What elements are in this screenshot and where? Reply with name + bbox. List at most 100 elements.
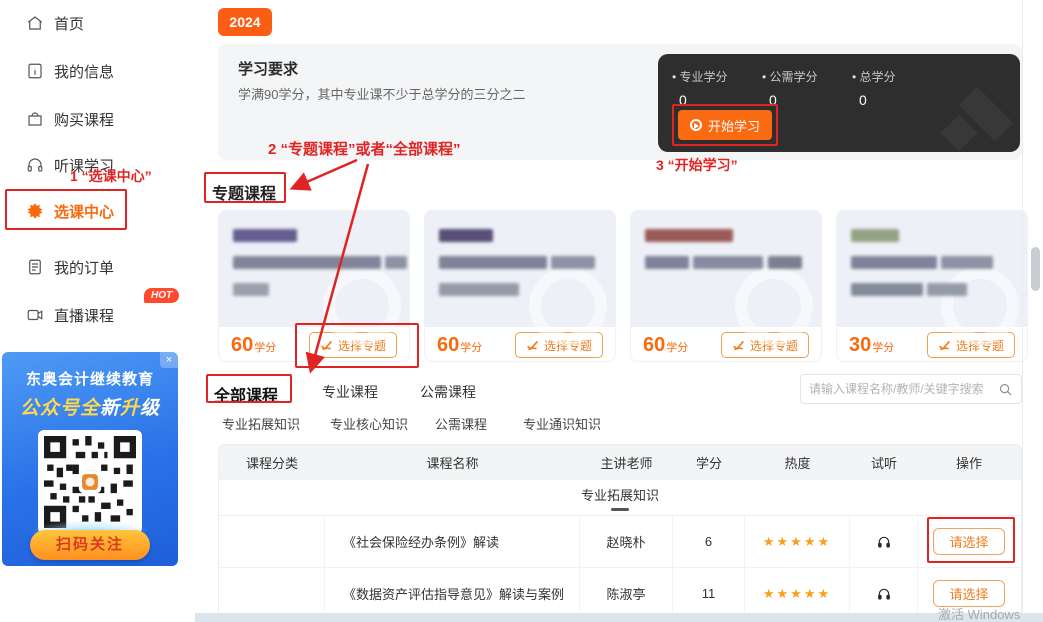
course-search-box <box>800 374 1022 404</box>
scan-follow-button[interactable]: 扫码关注 <box>30 530 150 560</box>
wechat-promo-banner: × 东奥会计继续教育 公众号全新升级 <box>2 352 178 566</box>
censored-text <box>645 229 733 242</box>
start-study-button[interactable]: 开始学习 <box>678 110 772 140</box>
topic-card: 60学分 选择专题 <box>218 210 410 362</box>
col-header-action: 操作 <box>918 445 1020 479</box>
col-header-audition: 试听 <box>850 445 918 479</box>
col-header-teacher: 主讲老师 <box>580 445 673 479</box>
card-credits: 60学分 <box>437 334 482 357</box>
cover-watermark <box>941 267 1019 345</box>
topic-card: 30学分 选择专题 <box>836 210 1028 362</box>
teacher-name: 陈淑亭 <box>580 568 673 619</box>
censored-text <box>233 256 381 269</box>
home-icon <box>26 14 44 32</box>
censored-text <box>233 283 269 296</box>
sidebar-item-label: 听课学习 <box>54 155 114 176</box>
order-list-icon <box>26 258 44 276</box>
censored-text <box>439 229 493 242</box>
table-header-row: 课程分类 课程名称 主讲老师 学分 热度 试听 操作 <box>219 445 1021 479</box>
sidebar-item-label: 首页 <box>54 13 84 34</box>
card-credits: 60学分 <box>231 334 276 357</box>
censored-text <box>551 256 595 269</box>
sidebar-item-listen-study[interactable]: 听课学习 <box>26 152 114 178</box>
sidebar-item-home[interactable]: 首页 <box>26 10 84 36</box>
sidebar-item-label: 选课中心 <box>54 201 114 222</box>
tab-all-courses[interactable]: 全部课程 <box>214 382 278 406</box>
sidebar-item-buy-courses[interactable]: 购买课程 <box>26 106 114 132</box>
course-selection-page: 首页 我的信息 购买课程 听课学习 选课中心 我的订单 直播课程 HOT <box>0 0 1043 622</box>
rating-stars: ★★★★★ <box>763 586 831 602</box>
close-icon[interactable]: × <box>160 352 178 368</box>
vertical-scrollbar-thumb[interactable] <box>1031 247 1040 291</box>
search-icon[interactable] <box>998 382 1013 397</box>
topic-card-cover <box>837 211 1027 327</box>
please-select-button[interactable]: 请选择 <box>933 580 1005 607</box>
course-table: 课程分类 课程名称 主讲老师 学分 热度 试听 操作 专业拓展知识 《社会保险经… <box>218 444 1022 620</box>
info-document-icon <box>26 62 44 80</box>
topic-card: 60学分 选择专题 <box>424 210 616 362</box>
stat-total-credits: 总学分 0 <box>852 68 896 108</box>
content-right-border <box>1022 0 1023 622</box>
censored-text <box>851 283 923 296</box>
sidebar-item-label: 直播课程 <box>54 305 114 326</box>
audition-headphone-icon[interactable] <box>876 534 892 550</box>
cube-decoration <box>941 115 978 152</box>
promo-subtitle: 公众号全新升级 <box>2 393 178 420</box>
tab-professional-courses[interactable]: 专业课程 <box>322 382 378 402</box>
topic-card-cover <box>631 211 821 327</box>
sidebar-item-course-center[interactable]: 选课中心 <box>26 198 114 224</box>
tab-public-courses[interactable]: 公需课程 <box>420 382 476 402</box>
group-indicator-dash <box>611 508 629 511</box>
gear-icon <box>26 202 44 220</box>
audition-headphone-icon[interactable] <box>876 586 892 602</box>
col-header-popularity: 热度 <box>745 445 850 479</box>
topic-card: 60学分 选择专题 <box>630 210 822 362</box>
censored-text <box>385 256 407 269</box>
please-select-button[interactable]: 请选择 <box>933 528 1005 555</box>
censored-text <box>941 256 993 269</box>
year-2024-button[interactable]: 2024 <box>218 8 272 36</box>
subtab-public-courses[interactable]: 公需课程 <box>435 414 487 433</box>
headphones-icon <box>26 156 44 174</box>
cover-watermark <box>735 267 813 345</box>
play-icon <box>690 119 702 131</box>
censored-text <box>439 256 547 269</box>
table-row: 《社会保险经办条例》解读 赵晓朴 6 ★★★★★ 请选择 <box>219 515 1021 567</box>
censored-text <box>851 229 899 242</box>
sidebar-item-live-courses[interactable]: 直播课程 HOT <box>26 302 114 328</box>
requirements-desc: 学满90学分，其中专业课不少于总学分的三分之二 <box>238 84 525 103</box>
credit-stats-panel: 专业学分 0 公需学分 0 总学分 0 开始学习 <box>658 54 1020 152</box>
course-name: 《数据资产评估指导意见》解读与案例 <box>325 568 580 619</box>
course-name: 《社会保险经办条例》解读 <box>325 516 580 567</box>
subtab-professional-general[interactable]: 专业通识知识 <box>523 414 601 433</box>
col-header-course-name: 课程名称 <box>325 445 580 479</box>
rating-stars: ★★★★★ <box>763 534 831 550</box>
qr-code <box>38 430 142 534</box>
table-group-header: 专业拓展知识 <box>219 479 1021 515</box>
windows-activation-watermark: 激活 Windows <box>938 604 1020 622</box>
subtab-professional-core[interactable]: 专业核心知识 <box>330 414 408 433</box>
topic-courses-title: 专题课程 <box>212 180 276 204</box>
card-credits: 30学分 <box>849 334 894 357</box>
sidebar-item-my-info[interactable]: 我的信息 <box>26 58 114 84</box>
col-header-category: 课程分类 <box>219 445 325 479</box>
censored-text <box>768 256 802 269</box>
video-camera-icon <box>26 306 44 324</box>
select-check-icon <box>526 339 539 352</box>
censored-text <box>927 283 967 296</box>
cover-watermark <box>323 267 401 345</box>
subtab-professional-extension[interactable]: 专业拓展知识 <box>222 414 300 433</box>
stat-public-credits: 公需学分 0 <box>762 68 818 108</box>
cover-watermark <box>529 267 607 345</box>
select-check-icon <box>938 339 951 352</box>
table-row: 《数据资产评估指导意见》解读与案例 陈淑亭 11 ★★★★★ 请选择 <box>219 567 1021 619</box>
credit-value: 11 <box>673 568 745 619</box>
sidebar-item-label: 购买课程 <box>54 109 114 130</box>
search-input[interactable] <box>809 382 998 396</box>
shopping-bag-icon <box>26 110 44 128</box>
topic-card-cover <box>425 211 615 327</box>
bottom-scroll-track[interactable] <box>195 613 1043 622</box>
promo-title: 东奥会计继续教育 <box>2 368 178 389</box>
stat-professional-credits: 专业学分 0 <box>672 68 728 108</box>
sidebar-item-my-orders[interactable]: 我的订单 <box>26 254 114 280</box>
